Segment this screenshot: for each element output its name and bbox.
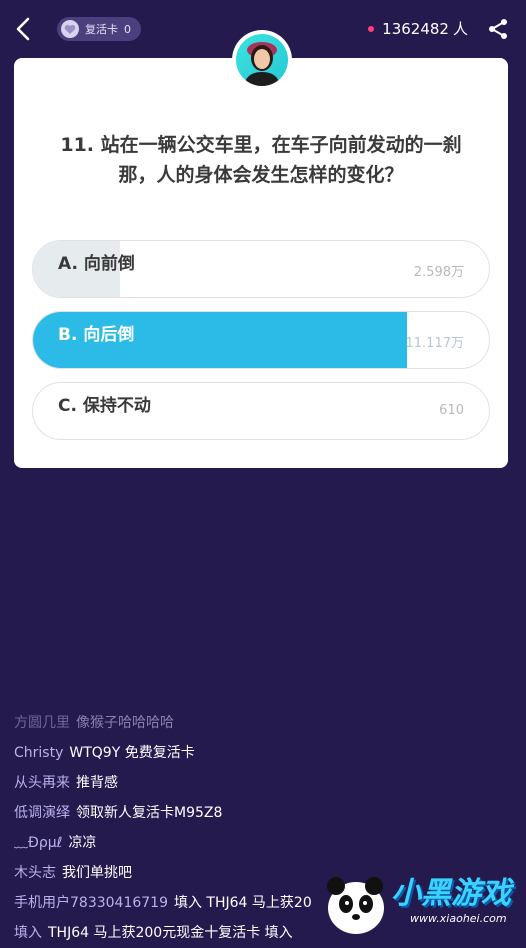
chat-username[interactable]: 木头志 (14, 865, 56, 881)
chat-message: ﹏Ðρμℓ 凉凉 (14, 828, 514, 858)
option-vote-count: 2.598万 (413, 265, 464, 280)
watermark-url: www.xiaohei.com (410, 912, 507, 925)
live-dot-icon (368, 25, 375, 32)
host-avatar (232, 30, 292, 90)
chat-text: 领取新人复活卡M95Z8 (76, 805, 223, 821)
chat-text: 像猴子哈哈哈哈 (76, 715, 174, 731)
viewer-count: 1362482 (382, 19, 449, 38)
chat-text: 推背感 (76, 775, 118, 791)
chat-text: 填入 THJ64 马上获20 (173, 895, 312, 911)
chat-message: 低调演绎 领取新人复活卡M95Z8 (14, 798, 514, 828)
revive-card-count: 0 (124, 22, 131, 36)
chat-username[interactable]: 低调演绎 (14, 805, 70, 821)
viewer-counter: 1362482 人 (368, 18, 468, 39)
answer-option[interactable]: C. 保持不动 610 (32, 382, 490, 440)
share-icon[interactable] (486, 17, 510, 41)
option-label: B. 向后倒 (58, 325, 135, 345)
revive-card-label: 复活卡 (85, 23, 118, 36)
host-avatar-image (236, 34, 288, 86)
option-vote-count: 11.117万 (405, 336, 465, 351)
panda-logo-icon (327, 877, 384, 934)
chat-text: 凉凉 (68, 835, 97, 851)
question-text: 11. 站在一辆公交车里，在车子向前发动的一刹那，人的身体会发生怎样的变化？ (60, 134, 462, 186)
back-arrow-icon[interactable] (12, 16, 36, 42)
chat-text: 我们单挑吧 (62, 865, 132, 881)
option-vote-count: 610 (439, 403, 464, 418)
chat-username[interactable]: 方圆几里 (14, 715, 70, 731)
watermark-title: 小黑游戏 (391, 876, 511, 911)
question-card: 11. 站在一辆公交车里，在车子向前发动的一刹那，人的身体会发生怎样的变化？ A… (14, 58, 508, 468)
option-label: A. 向前倒 (58, 254, 135, 274)
viewer-unit: 人 (452, 20, 468, 38)
chat-username[interactable]: 手机用户78330416719 (14, 895, 168, 911)
chat-message: 从头再来 推背感 (14, 768, 514, 798)
site-watermark: 小黑游戏 www.xiaohei.com (316, 862, 526, 938)
chat-text: THJ64 马上获200元现金十复活卡 填入 (48, 925, 293, 941)
revive-card-badge[interactable]: 复活卡 0 (57, 17, 141, 41)
chat-message: Christy WTQ9Y 免费复活卡 (14, 738, 514, 768)
chat-username[interactable]: 填入 (14, 925, 42, 941)
option-label: C. 保持不动 (58, 396, 151, 416)
chat-username[interactable]: 从头再来 (14, 775, 70, 791)
answer-option[interactable]: A. 向前倒 2.598万 (32, 240, 490, 298)
answer-option[interactable]: B. 向后倒 11.117万 (32, 311, 490, 369)
chat-username[interactable]: Christy (14, 745, 63, 761)
chat-username[interactable]: ﹏Ðρμℓ (14, 835, 62, 851)
chat-text: WTQ9Y 免费复活卡 (69, 745, 195, 761)
chat-message: 方圆几里 像猴子哈哈哈哈 (14, 708, 514, 738)
heart-icon (61, 20, 79, 38)
